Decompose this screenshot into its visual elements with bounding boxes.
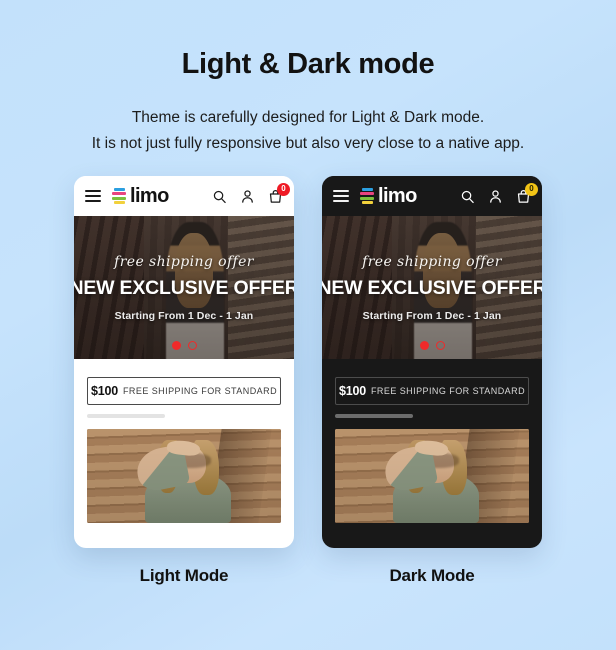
page-header: Light & Dark mode Theme is carefully des… [0,0,616,156]
product-photo-zone-light [74,418,294,523]
logo-bar-pink [112,192,126,196]
logo-bar-yellow [113,201,125,205]
free-shipping-text: FREE SHIPPING FOR STANDARD [370,386,526,396]
menu-bar-2 [85,195,101,197]
phone-mockups: limo 0 free shipping offer NEW EXCLUSIVE… [0,176,616,548]
brand-logo-dark[interactable]: limo [360,186,417,206]
logo-bar-blue [361,187,373,191]
carousel-dot-active[interactable] [171,341,181,350]
cart-count-badge: 0 [525,182,538,196]
logo-bar-blue [113,187,125,191]
hero-subtitle: Starting From 1 Dec - 1 Jan [114,309,254,322]
app-bar-actions-light: 0 [212,182,290,204]
hero-banner-light[interactable]: free shipping offer NEW EXCLUSIVE OFFER … [74,216,294,359]
menu-bar-3 [85,200,101,202]
free-shipping-banner[interactable]: $100 FREE SHIPPING FOR STANDARD [335,377,529,405]
hero-title: NEW EXCLUSIVE OFFER [74,276,294,299]
hero-script-text: free shipping offer [114,253,254,270]
logo-mark-icon [112,187,126,205]
hamburger-menu-icon[interactable] [333,190,349,202]
hero-title: NEW EXCLUSIVE OFFER [322,276,542,299]
product-photo-vignette [335,429,529,523]
phone-mockup-dark: limo 0 free shipping offer NEW EXCLUSIVE… [322,176,542,548]
promo-page: Light & Dark mode Theme is carefully des… [0,0,616,650]
promo-zone-light: $100 FREE SHIPPING FOR STANDARD [74,359,294,418]
app-bar-light: limo 0 [74,176,294,216]
carousel-dot-inactive[interactable] [187,341,197,350]
app-bar-actions-dark: 0 [460,182,538,204]
user-account-icon[interactable] [488,189,503,204]
app-bar-dark: limo 0 [322,176,542,216]
free-shipping-banner[interactable]: $100 FREE SHIPPING FOR STANDARD [87,377,281,405]
product-photo-vignette [87,429,281,523]
mockup-captions: Light Mode Dark Mode [0,566,616,586]
free-shipping-price: $100 [338,384,366,398]
promo-zone-dark: $100 FREE SHIPPING FOR STANDARD [322,359,542,418]
search-icon[interactable] [212,189,227,204]
hero-script-text: free shipping offer [362,253,502,270]
shopping-bag-icon[interactable]: 0 [516,182,538,204]
caption-dark-mode: Dark Mode [389,566,475,585]
subtitle-line-1: Theme is carefully designed for Light & … [131,109,485,126]
hero-subtitle: Starting From 1 Dec - 1 Jan [362,309,502,322]
logo-bar-pink [360,192,374,196]
cart-count-badge: 0 [277,182,290,196]
caption-light-mode: Light Mode [139,566,229,585]
hero-content: free shipping offer NEW EXCLUSIVE OFFER … [74,216,294,359]
page-title: Light & Dark mode [181,48,435,80]
carousel-dots-dark [322,341,542,350]
carousel-dot-active[interactable] [419,341,429,350]
menu-bar-1 [333,190,349,192]
logo-bar-yellow [361,201,373,205]
logo-bar-green [112,196,126,200]
menu-bar-1 [85,190,101,192]
hero-banner-dark[interactable]: free shipping offer NEW EXCLUSIVE OFFER … [322,216,542,359]
menu-bar-3 [333,200,349,202]
page-subtitle: Theme is carefully designed for Light & … [0,105,616,156]
free-shipping-text: FREE SHIPPING FOR STANDARD [122,386,278,396]
carousel-dot-inactive[interactable] [435,341,445,350]
brand-name: limo [378,185,417,207]
logo-bar-green [360,196,374,200]
hero-content: free shipping offer NEW EXCLUSIVE OFFER … [322,216,542,359]
search-icon[interactable] [460,189,475,204]
user-account-icon[interactable] [240,189,255,204]
logo-mark-icon [360,187,374,205]
menu-bar-2 [333,195,349,197]
product-photo[interactable] [335,429,529,523]
product-photo-zone-dark [322,418,542,523]
product-photo[interactable] [87,429,281,523]
shopping-bag-icon[interactable]: 0 [268,182,290,204]
brand-name: limo [130,185,169,207]
free-shipping-price: $100 [90,384,118,398]
carousel-dots-light [74,341,294,350]
subtitle-line-2: It is not just fully responsive but also… [91,134,525,152]
hamburger-menu-icon[interactable] [85,190,101,202]
brand-logo-light[interactable]: limo [112,186,169,206]
phone-mockup-light: limo 0 free shipping offer NEW EXCLUSIVE… [74,176,294,548]
